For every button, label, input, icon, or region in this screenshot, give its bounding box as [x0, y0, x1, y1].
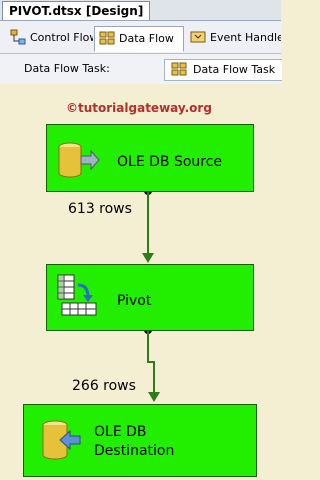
tab-data-flow[interactable]: Data Flow [94, 26, 184, 52]
tab-control-flow-label: Control Flow [30, 31, 93, 44]
tab-control-flow[interactable]: Control Flow [6, 26, 93, 50]
tab-event-handlers-label: Event Handlers [210, 31, 281, 44]
ole-db-destination-label-line2: Destination [94, 443, 175, 459]
ole-db-destination-label-line1: OLE DB [94, 424, 147, 440]
data-flow-icon [99, 31, 115, 45]
event-handlers-icon [190, 31, 206, 43]
data-flow-task-bar: Data Flow Task: Data Flow Task [0, 54, 282, 84]
pivot-component[interactable]: Pivot [46, 264, 254, 331]
ole-db-source-component[interactable]: OLE DB Source [46, 124, 254, 192]
control-flow-icon [10, 29, 26, 45]
designer-tabs: Control Flow Data Flow Event Handlers [0, 21, 281, 54]
document-tabstrip: PIVOT.dtsx [Design] [0, 0, 281, 21]
data-flow-task-label: Data Flow Task: [24, 62, 110, 75]
tab-event-handlers[interactable]: Event Handlers [186, 26, 281, 50]
data-flow-task-select[interactable]: Data Flow Task [164, 59, 282, 81]
database-source-icon [58, 142, 100, 178]
tab-data-flow-label: Data Flow [119, 32, 174, 45]
data-flow-task-icon [171, 62, 187, 76]
pivot-transform-icon [57, 274, 97, 316]
pivot-label: Pivot [117, 293, 152, 309]
watermark-text: ©tutorialgateway.org [66, 101, 212, 115]
ole-db-source-label: OLE DB Source [117, 154, 223, 170]
path-label-613-rows: 613 rows [68, 201, 132, 217]
ole-db-destination-component[interactable]: OLE DB Destination [23, 404, 257, 477]
database-destination-icon [42, 420, 81, 460]
path-label-266-rows: 266 rows [72, 378, 136, 394]
data-flow-task-value: Data Flow Task [193, 63, 276, 76]
document-tab[interactable]: PIVOT.dtsx [Design] [2, 1, 151, 20]
